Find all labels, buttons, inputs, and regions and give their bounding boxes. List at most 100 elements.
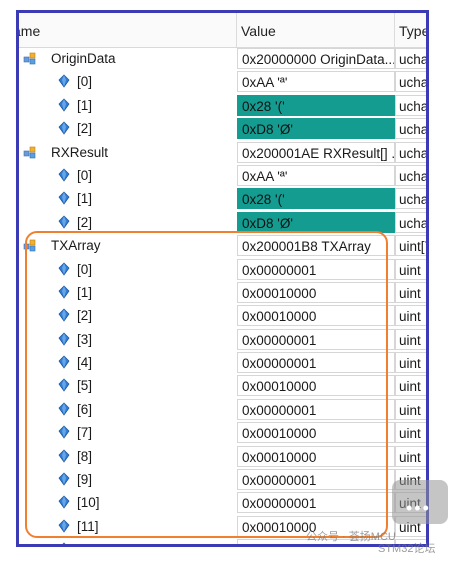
row-type: uint bbox=[395, 515, 426, 537]
name-column-header[interactable]: ame bbox=[19, 13, 237, 47]
row-name-cell: [9] bbox=[19, 468, 237, 491]
row-name: [2] bbox=[77, 121, 93, 137]
watch-row[interactable]: TXArray 0x200001B8 TXArray uint[7 bbox=[19, 234, 426, 257]
watch-row[interactable]: [6] 0x00000001 uint bbox=[19, 398, 426, 421]
row-name: [12] bbox=[77, 538, 100, 544]
watch-row[interactable]: [4] 0x00000001 uint bbox=[19, 351, 426, 374]
row-name-cell: OriginData bbox=[19, 47, 237, 70]
row-type bbox=[395, 539, 426, 544]
field-icon bbox=[57, 168, 71, 182]
row-value[interactable]: 0x00000001 bbox=[237, 328, 395, 350]
row-name: [1] bbox=[77, 191, 93, 207]
row-value[interactable]: 0xD8 'Ø' bbox=[237, 211, 395, 233]
watch-row[interactable]: [2] 0x00010000 uint bbox=[19, 304, 426, 327]
row-type: uchar bbox=[395, 211, 426, 233]
row-value[interactable]: 0x00010000 bbox=[237, 305, 395, 327]
watch-row[interactable]: [5] 0x00010000 uint bbox=[19, 374, 426, 397]
field-icon bbox=[57, 378, 71, 393]
row-value[interactable]: 0xD8 'Ø' bbox=[237, 118, 395, 140]
row-name-cell: [12] bbox=[19, 538, 237, 544]
row-name: OriginData bbox=[51, 51, 116, 66]
row-name: [8] bbox=[77, 448, 93, 464]
row-name-cell: TXArray bbox=[19, 234, 237, 257]
watch-row[interactable]: [8] 0x00010000 uint bbox=[19, 445, 426, 468]
row-type: uint bbox=[395, 281, 426, 303]
watch-row[interactable]: [1] 0x00010000 uint bbox=[19, 281, 426, 304]
type-column-header[interactable]: Type bbox=[395, 13, 426, 47]
row-value[interactable]: 0x00000001 bbox=[237, 398, 395, 420]
row-name-cell: [3] bbox=[19, 328, 237, 351]
watch-row[interactable]: [1] 0x28 '('uchar bbox=[19, 94, 426, 117]
row-type: uint bbox=[395, 352, 426, 374]
row-type: uint bbox=[395, 469, 426, 491]
row-value[interactable]: 0x00010000 bbox=[237, 281, 395, 303]
row-type: uint bbox=[395, 492, 426, 514]
row-name-cell: [2] bbox=[19, 304, 237, 327]
row-name: [6] bbox=[77, 401, 93, 417]
row-name: [0] bbox=[77, 74, 93, 90]
row-name-cell: [2] bbox=[19, 211, 237, 234]
row-value[interactable]: 0x00010000 bbox=[237, 422, 395, 444]
row-name-cell: [0] bbox=[19, 70, 237, 93]
row-name-cell: [5] bbox=[19, 374, 237, 397]
row-value[interactable]: 0xAA 'ª' bbox=[237, 164, 395, 186]
row-type: uchar bbox=[395, 94, 426, 116]
row-type: uint bbox=[395, 258, 426, 280]
watch-row[interactable]: OriginData 0x20000000 OriginData...uchar bbox=[19, 47, 426, 70]
row-name-cell: [0] bbox=[19, 258, 237, 281]
watch-row[interactable]: [11] 0x00010000 uint bbox=[19, 515, 426, 538]
row-value[interactable]: 0x00010000 bbox=[237, 515, 395, 537]
row-name-cell: [10] bbox=[19, 491, 237, 514]
column-header: ame Value Type bbox=[19, 13, 426, 48]
row-type: uint[7 bbox=[395, 235, 426, 257]
row-type: uint bbox=[395, 445, 426, 467]
row-type: uchar bbox=[395, 188, 426, 210]
watch-rows: OriginData0x20000000 OriginData...uchar[… bbox=[19, 47, 426, 544]
row-name-cell: [1] bbox=[19, 281, 237, 304]
watch-row[interactable]: [10] 0x00000001 uint bbox=[19, 491, 426, 514]
row-value[interactable]: 0x20000000 OriginData... bbox=[237, 48, 395, 69]
watch-row[interactable]: RXResult 0x200001AE RXResult[] ... ucha bbox=[19, 141, 426, 164]
watch-row[interactable]: [9] 0x00000001 uint bbox=[19, 468, 426, 491]
row-value[interactable]: 0x00000001 bbox=[237, 492, 395, 514]
row-name-cell: [11] bbox=[19, 515, 237, 538]
row-name: [2] bbox=[77, 308, 93, 324]
row-name-cell: [4] bbox=[19, 351, 237, 374]
field-icon bbox=[57, 402, 71, 416]
field-icon bbox=[57, 332, 71, 346]
row-name: [10] bbox=[77, 495, 100, 511]
watch-row[interactable]: [0] 0xAA 'ª'uchar bbox=[19, 70, 426, 93]
watch-row[interactable]: [0] 0xAA 'ª'uchar bbox=[19, 164, 426, 187]
field-icon bbox=[57, 285, 71, 299]
row-name: RXResult bbox=[51, 144, 109, 160]
value-column-header[interactable]: Value bbox=[237, 13, 395, 47]
row-value[interactable]: 0xAA 'ª' bbox=[237, 71, 395, 93]
struct-icon bbox=[23, 145, 37, 159]
struct-icon bbox=[23, 238, 37, 252]
row-value[interactable]: 0x00000001 bbox=[237, 258, 395, 280]
watch-row[interactable]: [3] 0x00000001 uint bbox=[19, 328, 426, 351]
field-icon bbox=[57, 74, 71, 88]
row-name: [3] bbox=[77, 331, 93, 347]
row-type: uint bbox=[395, 305, 426, 327]
watch-row[interactable]: [0] 0x00000001 uint bbox=[19, 258, 426, 281]
row-value[interactable]: 0x28 '(' bbox=[237, 188, 395, 210]
watch-row[interactable]: [2] 0xD8 'Ø'uchar bbox=[19, 211, 426, 234]
field-icon bbox=[57, 191, 71, 205]
row-value[interactable]: 0x200001B8 TXArray bbox=[237, 235, 395, 257]
row-value[interactable]: 0x00000001 bbox=[237, 469, 395, 491]
struct-icon bbox=[23, 51, 37, 65]
row-name-cell: [8] bbox=[19, 445, 237, 468]
row-value[interactable]: 0x00010000 bbox=[237, 375, 395, 397]
row-value[interactable]: 0x28 '(' bbox=[237, 94, 395, 116]
row-value[interactable]: 0x00000001 bbox=[237, 539, 395, 544]
row-value[interactable]: 0x00010000 bbox=[237, 445, 395, 467]
watch-row[interactable]: [1] 0x28 '('uchar bbox=[19, 187, 426, 210]
row-name: [2] bbox=[77, 214, 93, 230]
row-value[interactable]: 0x200001AE RXResult[] ... bbox=[237, 141, 395, 163]
watch-row[interactable]: [2] 0xD8 'Ø'uchar bbox=[19, 117, 426, 140]
watch-row[interactable]: [7] 0x00010000 uint bbox=[19, 421, 426, 444]
watch-row[interactable]: [12] 0x00000001 bbox=[19, 538, 426, 544]
row-name: [5] bbox=[77, 378, 93, 394]
row-value[interactable]: 0x00000001 bbox=[237, 352, 395, 374]
